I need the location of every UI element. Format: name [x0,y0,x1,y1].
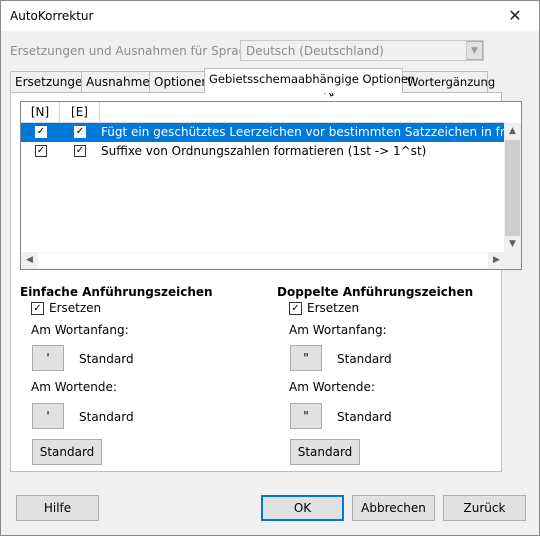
scroll-right-icon[interactable]: ▶ [488,252,505,269]
single-default-button[interactable]: Standard [32,439,102,465]
vertical-scrollbar[interactable]: ▲ ▼ [504,123,521,253]
double-quotes-title: Doppelte Anführungszeichen [277,285,474,299]
scroll-left-icon[interactable]: ◀ [21,252,38,269]
column-header-n[interactable]: [N] [21,102,60,123]
checkbox-n[interactable]: ✓ [35,126,47,138]
close-icon[interactable]: ✕ [493,1,537,31]
help-button[interactable]: Hilfe [16,495,99,521]
single-start-label: Am Wortanfang: [31,323,129,337]
double-end-label: Am Wortende: [289,380,375,394]
language-label: Ersetzungen und Ausnahmen für Sprache: [10,44,265,58]
horizontal-scrollbar[interactable]: ◀ ▶ [21,252,505,269]
column-header-text [100,102,505,123]
single-end-char-button[interactable]: ' [32,403,64,429]
scroll-down-icon[interactable]: ▼ [504,236,521,253]
double-replace-label: Ersetzen [307,301,360,315]
ok-button[interactable]: OK [261,495,344,521]
tab-ausnahmen[interactable]: Ausnahmen [81,71,157,92]
checkbox-e[interactable]: ✓ [74,145,86,157]
checkbox-e[interactable]: ✓ [74,126,86,138]
single-replace-checkbox[interactable]: ✓ [31,302,44,315]
scroll-corner [504,252,521,269]
autokorrektur-dialog: AutoKorrektur ✕ Ersetzungen und Ausnahme… [0,0,540,536]
window-title: AutoKorrektur [10,9,94,23]
list-item[interactable]: ✓ ✓ Suffixe von Ordnungszahlen formatier… [21,142,505,161]
double-end-char-button[interactable]: " [290,403,322,429]
double-default-button[interactable]: Standard [290,439,360,465]
cancel-button[interactable]: Abbrechen [352,495,435,521]
title-bar: AutoKorrektur ✕ [1,1,539,31]
list-item-label: Fügt ein geschütztes Leerzeichen vor bes… [101,125,521,139]
chevron-down-icon[interactable]: ▼ [466,41,483,60]
language-select[interactable]: Deutsch (Deutschland) ▼ [240,40,484,61]
single-replace-label: Ersetzen [49,301,102,315]
double-start-label: Am Wortanfang: [289,323,387,337]
tab-gebietsschema-optionen[interactable]: Gebietsschemaabhängige Optionen [204,68,415,93]
single-start-value: Standard [79,352,134,366]
double-replace-checkbox[interactable]: ✓ [289,302,302,315]
list-item-label: Suffixe von Ordnungszahlen formatieren (… [101,144,427,158]
single-start-char-button[interactable]: ' [32,345,64,371]
scroll-up-icon[interactable]: ▲ [504,123,521,140]
checkbox-n[interactable]: ✓ [35,145,47,157]
language-select-value: Deutsch (Deutschland) [246,44,384,58]
single-end-label: Am Wortende: [31,380,117,394]
tab-ersetzungen[interactable]: Ersetzungen [10,71,90,92]
scroll-thumb[interactable] [505,140,520,236]
scroll-thumb[interactable] [38,253,488,268]
tab-optionen[interactable]: Optionen [149,71,209,92]
double-start-value: Standard [337,352,392,366]
single-quotes-title: Einfache Anführungszeichen [20,285,213,299]
single-end-value: Standard [79,410,134,424]
double-end-value: Standard [337,410,392,424]
list-item[interactable]: ✓ ✓ Fügt ein geschütztes Leerzeichen vor… [21,123,521,142]
double-start-char-button[interactable]: " [290,345,322,371]
column-header-e[interactable]: [E] [60,102,100,123]
reset-button[interactable]: Zurück [443,495,526,521]
locale-options-list[interactable]: [N] [E] ✓ ✓ Fügt ein geschütztes Leerzei… [20,101,522,270]
